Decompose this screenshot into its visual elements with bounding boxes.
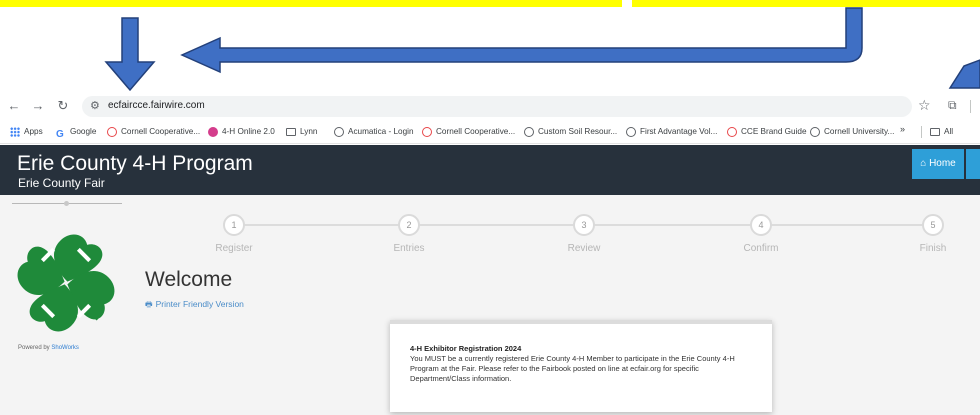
bookmarks-overflow-button[interactable]: » (900, 124, 905, 134)
notice-body: You MUST be a currently registered Erie … (410, 354, 735, 383)
globe-icon (810, 126, 820, 137)
bookmark-google[interactable]: G Google (56, 124, 96, 140)
site-info-icon[interactable]: ⚙ (90, 99, 100, 112)
registration-notice: 4-H Exhibitor Registration 2024 You MUST… (390, 320, 772, 412)
site-subtitle: Erie County Fair (18, 176, 105, 190)
cornell-icon (422, 126, 432, 137)
notice-title: 4-H Exhibitor Registration 2024 (410, 344, 522, 353)
home-icon: ⌂ (920, 158, 930, 169)
step-5-circle: 5 (922, 214, 944, 236)
folder-icon (930, 127, 940, 136)
bookmark-cce-brand[interactable]: CCE Brand Guide (727, 124, 807, 139)
step-4-circle: 4 (750, 214, 772, 236)
main-content: Powered by ShoWorks 1 Register 2 Entries… (0, 195, 980, 415)
globe-icon (524, 126, 534, 137)
bookmark-first-advantage[interactable]: First Advantage Vol... (626, 124, 717, 139)
bookmark-custom-soil[interactable]: Custom Soil Resour... (524, 124, 617, 139)
extensions-icon[interactable]: ⧉ (948, 98, 957, 113)
return-arrow-annotation (180, 7, 863, 74)
bookmark-acumatica[interactable]: Acumatica - Login (334, 124, 414, 139)
toolbar-divider (970, 100, 971, 113)
4h-online-icon (208, 126, 218, 137)
url-text[interactable]: ecfaircce.fairwire.com (108, 100, 205, 111)
header-button-truncated[interactable] (966, 149, 980, 179)
annotation-arrows (104, 7, 980, 92)
4h-clover-logo (17, 234, 115, 332)
site-header: Erie County 4-H Program Erie County Fair… (0, 145, 980, 195)
printer-friendly-link[interactable]: 🖶 Printer Friendly Version (145, 299, 244, 313)
page-title: Welcome (145, 268, 233, 291)
down-arrow-annotation (104, 17, 156, 92)
bookmark-star-icon[interactable]: ☆ (918, 97, 931, 114)
bookmark-all-folder[interactable]: All (930, 124, 953, 139)
bookmark-cornell-university[interactable]: Cornell University... (810, 124, 894, 139)
forward-arrow-icon[interactable]: → (30, 98, 46, 114)
printer-icon: 🖶 (145, 300, 153, 309)
step-1-circle: 1 (223, 214, 245, 236)
sidebar-dot (64, 201, 69, 206)
bookmark-lynn[interactable]: Lynn (286, 124, 317, 139)
diagonal-arrow-annotation (948, 59, 980, 89)
showorks-link[interactable]: ShoWorks (51, 345, 79, 351)
folder-icon (286, 127, 296, 136)
step-5-label: Finish (919, 243, 947, 254)
step-3-circle: 3 (573, 214, 595, 236)
step-2-circle: 2 (398, 214, 420, 236)
step-4-label: Confirm (743, 243, 779, 254)
back-arrow-icon[interactable]: ← (6, 98, 22, 114)
cornell-icon (107, 126, 117, 137)
step-3-label: Review (567, 243, 601, 254)
bookmarks-bar: Apps G Google Cornell Cooperative... 4-H … (0, 119, 980, 144)
browser-toolbar: ← → ↻ ⚙ ecfaircce.fairwire.com ☆ ⧉ (0, 94, 980, 119)
bookmark-apps[interactable]: Apps (10, 124, 43, 139)
step-1-label: Register (215, 243, 253, 254)
powered-by: Powered by ShoWorks (18, 345, 79, 351)
cornell-icon (727, 126, 737, 137)
google-icon: G (56, 128, 64, 140)
address-bar[interactable]: ⚙ ecfaircce.fairwire.com (82, 96, 912, 117)
globe-icon (626, 126, 636, 137)
globe-icon (334, 126, 344, 137)
bookmark-cornell-2[interactable]: Cornell Cooperative... (422, 124, 515, 139)
site-title[interactable]: Erie County 4-H Program (17, 152, 253, 176)
home-button[interactable]: ⌂ Home (912, 149, 964, 179)
bookmarks-divider (921, 126, 922, 138)
step-2-label: Entries (393, 243, 425, 254)
bookmark-4h-online[interactable]: 4-H Online 2.0 (208, 124, 275, 139)
reload-icon[interactable]: ↻ (55, 98, 71, 114)
apps-grid-icon (10, 126, 20, 137)
bookmark-cornell-1[interactable]: Cornell Cooperative... (107, 124, 200, 139)
